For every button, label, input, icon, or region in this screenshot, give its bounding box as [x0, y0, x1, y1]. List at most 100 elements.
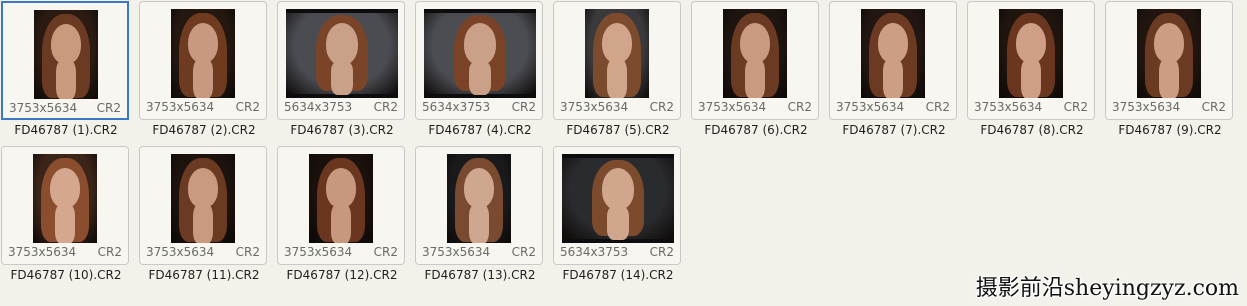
thumbnail-frame[interactable]: 3753x5634 CR2 — [277, 146, 405, 265]
file-meta: 3753x5634 CR2 — [698, 100, 812, 114]
file-meta: 3753x5634 CR2 — [9, 101, 121, 115]
file-item[interactable]: 3753x5634 CR2 FD46787 (1).CR2 — [1, 0, 131, 140]
file-type: CR2 — [96, 101, 121, 115]
file-type: CR2 — [649, 245, 674, 259]
photo-thumbnail[interactable] — [309, 154, 373, 243]
photo-thumbnail[interactable] — [34, 10, 98, 99]
file-item[interactable]: 3753x5634 CR2 FD46787 (10).CR2 — [1, 145, 131, 285]
file-name[interactable]: FD46787 (3).CR2 — [271, 123, 413, 137]
image-dimensions: 5634x3753 — [284, 100, 353, 114]
file-item[interactable]: 3753x5634 CR2 FD46787 (6).CR2 — [691, 0, 821, 140]
file-name[interactable]: FD46787 (6).CR2 — [685, 123, 827, 137]
file-item[interactable]: 3753x5634 CR2 FD46787 (2).CR2 — [139, 0, 269, 140]
file-name[interactable]: FD46787 (13).CR2 — [409, 268, 551, 282]
file-meta: 3753x5634 CR2 — [974, 100, 1088, 114]
file-type: CR2 — [373, 100, 398, 114]
file-item[interactable]: 3753x5634 CR2 FD46787 (9).CR2 — [1105, 0, 1235, 140]
thumbnail-frame[interactable]: 3753x5634 CR2 — [139, 146, 267, 265]
photo-thumbnail[interactable] — [447, 154, 511, 243]
image-dimensions: 3753x5634 — [8, 245, 77, 259]
image-dimensions: 3753x5634 — [284, 245, 353, 259]
file-type: CR2 — [511, 245, 536, 259]
image-dimensions: 3753x5634 — [560, 100, 629, 114]
file-name[interactable]: FD46787 (5).CR2 — [547, 123, 689, 137]
image-dimensions: 3753x5634 — [836, 100, 905, 114]
file-meta: 3753x5634 CR2 — [284, 245, 398, 259]
file-meta: 5634x3753 CR2 — [284, 100, 398, 114]
thumbnail-frame[interactable]: 3753x5634 CR2 — [139, 1, 267, 120]
file-item[interactable]: 5634x3753 CR2 FD46787 (4).CR2 — [415, 0, 545, 140]
file-item[interactable]: 3753x5634 CR2 FD46787 (13).CR2 — [415, 145, 545, 285]
file-meta: 3753x5634 CR2 — [836, 100, 950, 114]
file-thumbnail-grid: 3753x5634 CR2 FD46787 (1).CR2 3753x5634 CR2 F… — [0, 0, 1247, 306]
thumbnail-frame[interactable]: 5634x3753 CR2 — [415, 1, 543, 120]
file-type: CR2 — [97, 245, 122, 259]
file-type: CR2 — [787, 100, 812, 114]
image-dimensions: 5634x3753 — [422, 100, 491, 114]
file-type: CR2 — [511, 100, 536, 114]
file-name[interactable]: FD46787 (10).CR2 — [0, 268, 137, 282]
thumbnail-frame[interactable]: 5634x3753 CR2 — [277, 1, 405, 120]
file-meta: 5634x3753 CR2 — [422, 100, 536, 114]
thumbnail-frame[interactable]: 3753x5634 CR2 — [1, 1, 129, 120]
thumbnail-frame[interactable]: 3753x5634 CR2 — [829, 1, 957, 120]
photo-thumbnail[interactable] — [1137, 9, 1201, 98]
file-type: CR2 — [235, 245, 260, 259]
image-dimensions: 3753x5634 — [698, 100, 767, 114]
file-name[interactable]: FD46787 (4).CR2 — [409, 123, 551, 137]
file-item[interactable]: 3753x5634 CR2 FD46787 (5).CR2 — [553, 0, 683, 140]
thumbnail-frame[interactable]: 3753x5634 CR2 — [553, 1, 681, 120]
file-item[interactable]: 3753x5634 CR2 FD46787 (11).CR2 — [139, 145, 269, 285]
photo-thumbnail[interactable] — [424, 9, 536, 98]
file-meta: 3753x5634 CR2 — [1112, 100, 1226, 114]
file-name[interactable]: FD46787 (9).CR2 — [1099, 123, 1241, 137]
file-item[interactable]: 3753x5634 CR2 FD46787 (7).CR2 — [829, 0, 959, 140]
file-name[interactable]: FD46787 (14).CR2 — [547, 268, 689, 282]
image-dimensions: 3753x5634 — [146, 100, 215, 114]
photo-thumbnail[interactable] — [585, 9, 649, 98]
photo-thumbnail[interactable] — [33, 154, 97, 243]
file-name[interactable]: FD46787 (7).CR2 — [823, 123, 965, 137]
image-dimensions: 3753x5634 — [974, 100, 1043, 114]
image-dimensions: 5634x3753 — [560, 245, 629, 259]
file-name[interactable]: FD46787 (12).CR2 — [271, 268, 413, 282]
image-dimensions: 3753x5634 — [422, 245, 491, 259]
file-type: CR2 — [235, 100, 260, 114]
photo-thumbnail[interactable] — [999, 9, 1063, 98]
file-meta: 3753x5634 CR2 — [146, 245, 260, 259]
file-meta: 3753x5634 CR2 — [422, 245, 536, 259]
photo-thumbnail[interactable] — [171, 154, 235, 243]
file-name[interactable]: FD46787 (8).CR2 — [961, 123, 1103, 137]
thumbnail-frame[interactable]: 3753x5634 CR2 — [691, 1, 819, 120]
photo-thumbnail[interactable] — [723, 9, 787, 98]
file-meta: 3753x5634 CR2 — [8, 245, 122, 259]
file-meta: 3753x5634 CR2 — [560, 100, 674, 114]
file-name[interactable]: FD46787 (11).CR2 — [133, 268, 275, 282]
thumbnail-frame[interactable]: 3753x5634 CR2 — [415, 146, 543, 265]
file-item[interactable]: 5634x3753 CR2 FD46787 (3).CR2 — [277, 0, 407, 140]
file-meta: 5634x3753 CR2 — [560, 245, 674, 259]
image-dimensions: 3753x5634 — [1112, 100, 1181, 114]
file-item[interactable]: 3753x5634 CR2 FD46787 (12).CR2 — [277, 145, 407, 285]
image-dimensions: 3753x5634 — [146, 245, 215, 259]
thumbnail-frame[interactable]: 3753x5634 CR2 — [967, 1, 1095, 120]
file-type: CR2 — [1201, 100, 1226, 114]
file-name[interactable]: FD46787 (2).CR2 — [133, 123, 275, 137]
photo-thumbnail[interactable] — [286, 9, 398, 98]
photo-thumbnail[interactable] — [171, 9, 235, 98]
file-meta: 3753x5634 CR2 — [146, 100, 260, 114]
thumbnail-frame[interactable]: 5634x3753 CR2 — [553, 146, 681, 265]
file-type: CR2 — [1063, 100, 1088, 114]
file-item[interactable]: 5634x3753 CR2 FD46787 (14).CR2 — [553, 145, 683, 285]
file-type: CR2 — [649, 100, 674, 114]
thumbnail-frame[interactable]: 3753x5634 CR2 — [1105, 1, 1233, 120]
watermark: 摄影前沿sheyingzyz.com — [975, 276, 1239, 301]
file-item[interactable]: 3753x5634 CR2 FD46787 (8).CR2 — [967, 0, 1097, 140]
photo-thumbnail[interactable] — [562, 154, 674, 243]
file-name[interactable]: FD46787 (1).CR2 — [0, 123, 137, 137]
thumbnail-frame[interactable]: 3753x5634 CR2 — [1, 146, 129, 265]
photo-thumbnail[interactable] — [861, 9, 925, 98]
image-dimensions: 3753x5634 — [9, 101, 78, 115]
file-type: CR2 — [373, 245, 398, 259]
file-type: CR2 — [925, 100, 950, 114]
